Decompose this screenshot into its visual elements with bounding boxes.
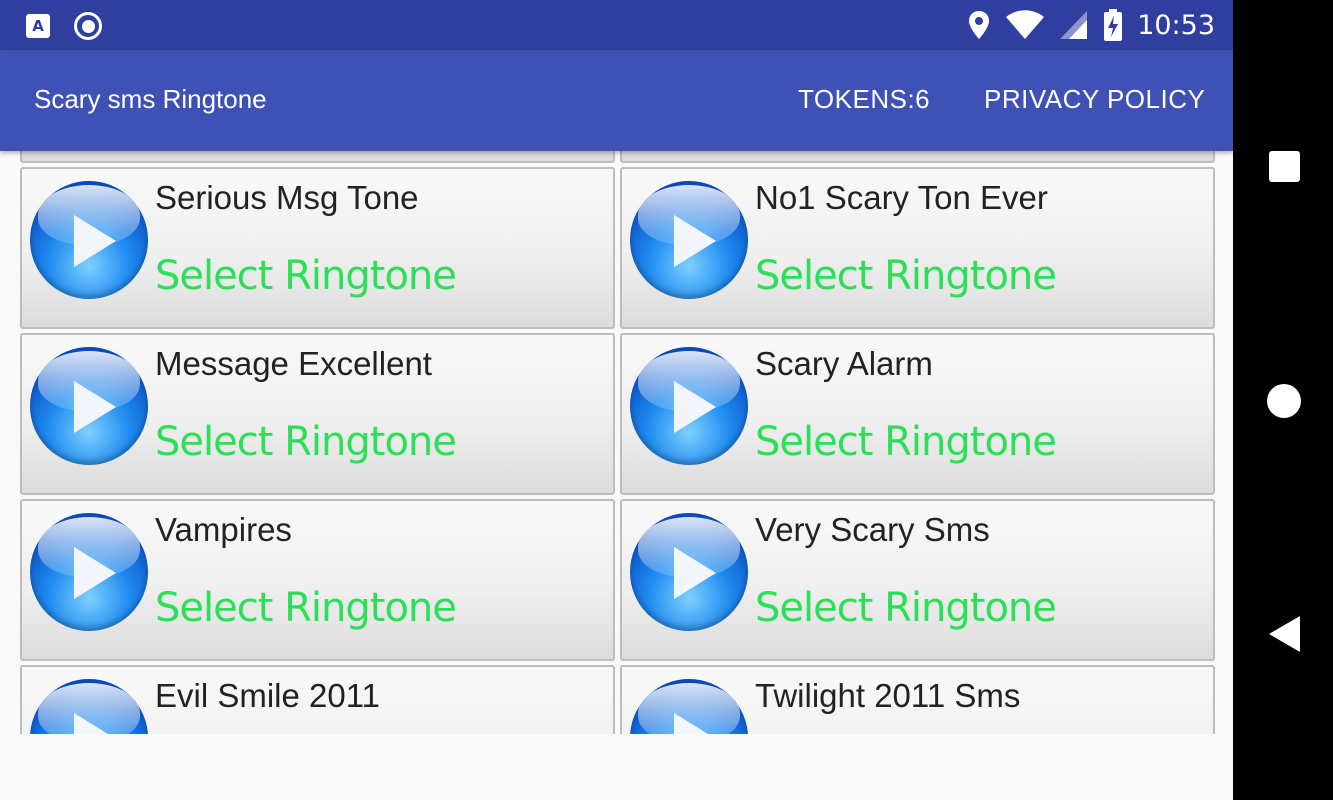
privacy-policy-button[interactable]: PRIVACY POLICY xyxy=(984,84,1205,115)
ringtone-title: Very Scary Sms xyxy=(755,511,990,548)
ringtone-title: Scary Alarm xyxy=(755,345,933,382)
wifi-icon xyxy=(1006,10,1045,39)
ringtone-title: No1 Scary Ton Ever xyxy=(755,179,1048,216)
play-triangle-icon xyxy=(74,381,116,433)
play-icon[interactable] xyxy=(630,181,748,299)
signal-icon xyxy=(1060,11,1088,39)
ringtone-grid[interactable]: Serious Msg Tone Select Ringtone No1 Scary… xyxy=(0,151,1233,734)
record-icon xyxy=(74,12,102,40)
back-icon[interactable] xyxy=(1269,616,1300,652)
clock: 10:53 xyxy=(1137,9,1215,41)
ringtone-card-partial[interactable] xyxy=(20,151,615,163)
select-ringtone-button[interactable]: Select Ringtone xyxy=(755,585,1057,631)
ringtone-title: Evil Smile 2011 xyxy=(155,677,380,714)
play-icon[interactable] xyxy=(30,513,148,631)
play-icon[interactable] xyxy=(30,347,148,465)
play-triangle-icon xyxy=(74,215,116,267)
app-bar: Scary sms Ringtone TOKENS:6 PRIVACY POLI… xyxy=(0,50,1233,151)
ringtone-card[interactable]: Scary Alarm Select Ringtone xyxy=(620,333,1215,495)
ringtone-card[interactable]: Serious Msg Tone Select Ringtone xyxy=(20,167,615,329)
play-triangle-icon xyxy=(74,713,116,734)
play-icon[interactable] xyxy=(630,513,748,631)
play-icon[interactable] xyxy=(630,347,748,465)
select-ringtone-button[interactable]: Select Ringtone xyxy=(755,419,1057,465)
play-triangle-icon xyxy=(674,381,716,433)
recents-icon[interactable] xyxy=(1269,151,1300,182)
ringtone-title: Message Excellent xyxy=(155,345,432,382)
tokens-button[interactable]: TOKENS:6 xyxy=(798,84,930,115)
ringtone-card[interactable]: Evil Smile 2011Select Ringtone xyxy=(20,665,615,734)
play-triangle-icon xyxy=(74,547,116,599)
home-icon[interactable] xyxy=(1267,384,1301,418)
app-title: Scary sms Ringtone xyxy=(34,84,267,114)
location-icon xyxy=(969,11,990,39)
ringtone-title: Serious Msg Tone xyxy=(155,179,419,216)
ringtone-card[interactable]: Twilight 2011 SmsSelect Ringtone xyxy=(620,665,1215,734)
ringtone-card[interactable]: No1 Scary Ton Ever Select Ringtone xyxy=(620,167,1215,329)
play-triangle-icon xyxy=(674,215,716,267)
ringtone-title: Twilight 2011 Sms xyxy=(755,677,1021,714)
ringtone-card[interactable]: Message Excellent Select Ringtone xyxy=(20,333,615,495)
play-icon[interactable] xyxy=(30,181,148,299)
select-ringtone-button[interactable]: Select Ringtone xyxy=(755,253,1057,299)
play-triangle-icon xyxy=(674,547,716,599)
select-ringtone-button[interactable]: Select Ringtone xyxy=(155,585,457,631)
a-notification-icon: A xyxy=(26,14,50,38)
play-icon[interactable] xyxy=(630,679,748,734)
ringtone-card[interactable]: Very Scary Sms Select Ringtone xyxy=(620,499,1215,661)
ringtone-card-partial[interactable] xyxy=(620,151,1215,163)
app-screen: A 10:53 Scary sms Ringtone TOKENS:6 PRIV… xyxy=(0,0,1233,800)
navigation-bar xyxy=(1233,0,1333,800)
ringtone-card[interactable]: Vampires Select Ringtone xyxy=(20,499,615,661)
play-triangle-icon xyxy=(674,713,716,734)
status-bar: A 10:53 xyxy=(0,0,1233,50)
status-right: 10:53 xyxy=(967,8,1215,42)
select-ringtone-button[interactable]: Select Ringtone xyxy=(155,419,457,465)
play-icon[interactable] xyxy=(30,679,148,734)
battery-charging-icon xyxy=(1104,9,1123,41)
ringtone-title: Vampires xyxy=(155,511,292,548)
status-left: A xyxy=(26,12,102,40)
select-ringtone-button[interactable]: Select Ringtone xyxy=(155,253,457,299)
